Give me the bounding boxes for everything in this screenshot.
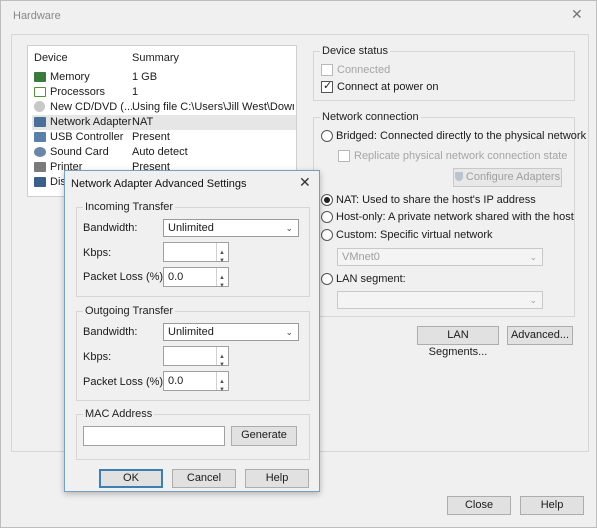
device-summary: Using file C:\Users\Jill West\Downl... (132, 101, 294, 113)
host-only-label: Host-only: A private network shared with… (336, 211, 574, 223)
device-name: New CD/DVD (... (50, 101, 134, 113)
outgoing-packet-loss-input[interactable]: 0.0 ▲ ▼ (163, 371, 229, 393)
host-only-radio[interactable] (321, 211, 333, 223)
device-summary: Auto detect (132, 146, 188, 158)
network-adapter-icon (34, 117, 46, 127)
shield-icon (454, 172, 463, 181)
incoming-kbps-input[interactable]: ▲ ▼ (163, 242, 229, 264)
spinner-down-icon: ▼ (219, 283, 225, 289)
lan-segment-radio[interactable] (321, 273, 333, 285)
spinner-down-icon: ▼ (219, 387, 225, 393)
close-button[interactable]: Close (447, 496, 511, 515)
outgoing-bandwidth-select[interactable]: Unlimited ⌄ (163, 323, 299, 341)
device-summary: NAT (132, 116, 154, 128)
connected-checkbox[interactable] (321, 64, 333, 76)
device-row-network-adapter[interactable]: Network Adapter NAT (32, 115, 296, 130)
incoming-bandwidth-select[interactable]: Unlimited ⌄ (163, 219, 299, 237)
advanced-button[interactable]: Advanced... (507, 326, 573, 345)
memory-icon (34, 72, 46, 82)
incoming-bandwidth-value: Unlimited (168, 222, 214, 234)
bridged-label: Bridged: Connected directly to the physi… (336, 130, 587, 142)
connected-label: Connected (337, 64, 391, 76)
incoming-packet-loss-spinner[interactable]: ▲ ▼ (216, 268, 227, 289)
device-status-label: Device status (320, 45, 391, 57)
device-name: Processors (50, 86, 106, 98)
device-name: Sound Card (50, 146, 109, 158)
chevron-down-icon: ⌄ (529, 295, 537, 305)
device-row-cd-dvd[interactable]: New CD/DVD (... Using file C:\Users\Jill… (32, 100, 296, 115)
outgoing-packet-loss-value: 0.0 (168, 375, 184, 387)
lan-segment-label: LAN segment: (336, 273, 406, 285)
mac-address-label: MAC Address (83, 408, 155, 420)
device-summary: 1 (132, 86, 139, 98)
outgoing-kbps-spinner[interactable]: ▲ ▼ (216, 347, 227, 368)
device-row-usb-controller[interactable]: USB Controller Present (32, 130, 296, 145)
device-row-processors[interactable]: Processors 1 (32, 85, 296, 100)
outgoing-bandwidth-value: Unlimited (168, 326, 214, 338)
device-name: Network Adapter (50, 116, 132, 128)
printer-icon (34, 162, 46, 172)
outgoing-packet-loss-spinner[interactable]: ▲ ▼ (216, 372, 227, 393)
custom-radio[interactable] (321, 229, 333, 241)
sound-card-icon (34, 147, 46, 157)
mac-address-input[interactable] (83, 426, 225, 446)
custom-network-select[interactable]: VMnet0 ⌄ (337, 248, 543, 266)
lan-segments-button[interactable]: LAN Segments... (417, 326, 499, 358)
replicate-checkbox[interactable] (338, 150, 350, 162)
incoming-packet-loss-value: 0.0 (168, 271, 184, 283)
device-row-sound-card[interactable]: Sound Card Auto detect (32, 145, 296, 160)
dialog-close-icon[interactable]: ✕ (299, 175, 311, 189)
network-connection-label: Network connection (320, 111, 421, 123)
replicate-label: Replicate physical network connection st… (354, 150, 568, 162)
nat-radio[interactable] (321, 194, 333, 206)
processor-icon (34, 87, 46, 97)
nat-label: NAT: Used to share the host's IP address (336, 194, 536, 206)
incoming-transfer-label: Incoming Transfer (83, 201, 176, 213)
connect-at-power-on-checkbox[interactable]: ✓ (321, 80, 333, 93)
device-column-header[interactable]: Device (34, 52, 68, 64)
incoming-kbps-label: Kbps: (83, 247, 112, 259)
window-title: Hardware (13, 10, 61, 22)
help-button[interactable]: Help (520, 496, 584, 515)
chevron-down-icon: ⌄ (285, 223, 293, 233)
outgoing-transfer-label: Outgoing Transfer (83, 305, 176, 317)
incoming-packet-loss-label: Packet Loss (%): (83, 271, 167, 283)
incoming-packet-loss-input[interactable]: 0.0 ▲ ▼ (163, 267, 229, 289)
device-summary: Present (132, 131, 170, 143)
dialog-title: Network Adapter Advanced Settings (71, 178, 247, 190)
usb-icon (34, 132, 46, 142)
outgoing-kbps-input[interactable]: ▲ ▼ (163, 346, 229, 368)
display-icon (34, 177, 46, 187)
outgoing-packet-loss-label: Packet Loss (%): (83, 376, 167, 388)
configure-adapters-button[interactable]: Configure Adapters (453, 168, 562, 187)
chevron-down-icon: ⌄ (285, 327, 293, 337)
chevron-down-icon: ⌄ (529, 252, 537, 262)
outgoing-kbps-label: Kbps: (83, 351, 112, 363)
radio-selected-dot (324, 197, 330, 203)
cancel-button[interactable]: Cancel (172, 469, 236, 488)
configure-adapters-label: Configure Adapters (465, 171, 561, 183)
device-row-memory[interactable]: Memory 1 GB (32, 70, 296, 85)
incoming-kbps-spinner[interactable]: ▲ ▼ (216, 243, 227, 264)
incoming-bandwidth-label: Bandwidth: (83, 222, 138, 234)
device-name: USB Controller (50, 131, 124, 143)
connect-at-power-on-label: Connect at power on (337, 81, 439, 93)
lan-segment-select[interactable]: ⌄ (337, 291, 543, 309)
window-close-icon[interactable]: ✕ (571, 7, 583, 21)
device-status-group: Device status (313, 45, 575, 101)
bridged-radio[interactable] (321, 130, 333, 142)
custom-label: Custom: Specific virtual network (336, 229, 493, 241)
custom-network-value: VMnet0 (342, 251, 380, 263)
advanced-settings-dialog: Network Adapter Advanced Settings ✕ Inco… (64, 170, 320, 492)
summary-column-header[interactable]: Summary (132, 52, 179, 64)
dialog-help-button[interactable]: Help (245, 469, 309, 488)
cd-dvd-icon (34, 101, 45, 112)
generate-button[interactable]: Generate (231, 426, 297, 446)
checkmark-icon: ✓ (323, 80, 333, 92)
device-summary: 1 GB (132, 71, 158, 83)
device-name: Memory (50, 71, 90, 83)
ok-button[interactable]: OK (99, 469, 163, 488)
outgoing-bandwidth-label: Bandwidth: (83, 326, 138, 338)
